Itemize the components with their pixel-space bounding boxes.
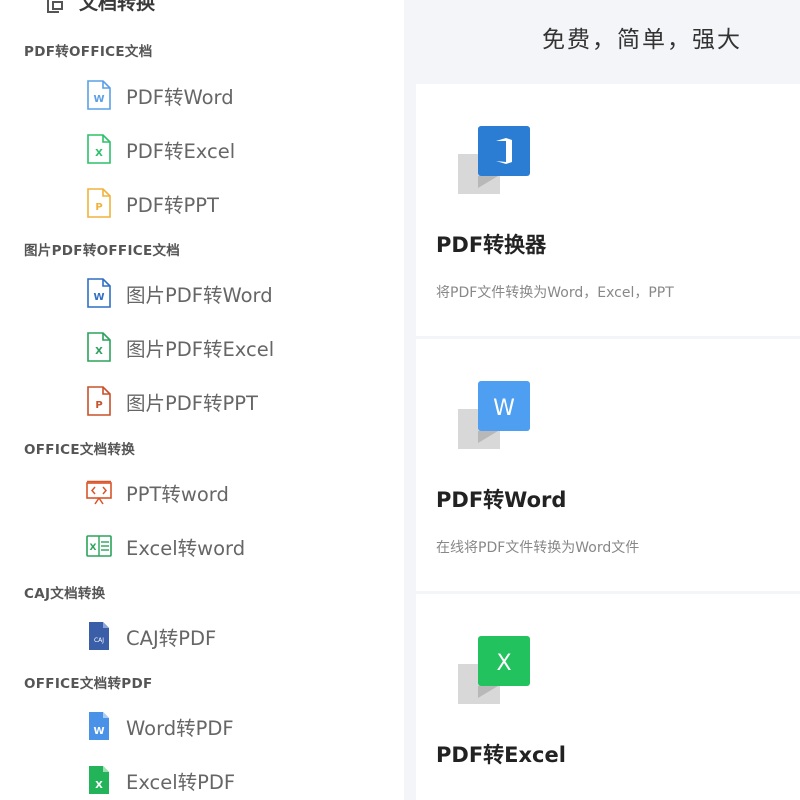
document-convert-icon [47, 0, 63, 13]
menu-item-label: PDF转PPT [126, 193, 219, 217]
card-title: PDF转换器 [436, 233, 547, 257]
excel-file-outline-icon: X [87, 332, 111, 362]
menu-item-label: PPT转word [126, 482, 229, 506]
menu-item-excel-to-word[interactable]: X Excel转word [86, 529, 245, 563]
menu-item-label: Excel转PDF [126, 770, 236, 794]
caj-file-icon: CAJ [89, 622, 109, 650]
menu-item-label: Word转PDF [126, 716, 234, 740]
menu-header-title: 文档转换 [79, 0, 156, 14]
card-title: PDF转Word [436, 488, 567, 512]
office-logo-icon [458, 126, 530, 194]
svg-text:W: W [93, 94, 104, 105]
word-file-filled-icon: W [89, 712, 109, 740]
svg-text:CAJ: CAJ [94, 637, 104, 644]
presentation-icon [86, 480, 112, 505]
menu-item-label: 图片PDF转Excel [126, 337, 275, 361]
word-file-outline-icon: W [87, 80, 111, 110]
word-file-outline-icon: W [87, 278, 111, 308]
card-description: 在线将PDF文件转换为Word文件 [436, 540, 640, 556]
svg-text:X: X [496, 651, 511, 676]
menu-item-pdf-to-ppt[interactable]: P PDF转PPT [86, 186, 219, 220]
left-menu: 文档转换 PDF转OFFICE文档 W PDF转Word X PDF转Excel… [0, 0, 400, 800]
svg-text:X: X [95, 148, 103, 159]
section-title-caj-convert: CAJ文档转换 [24, 586, 106, 602]
slogan: 免费，简单，强大 [542, 27, 742, 53]
menu-item-image-pdf-to-word[interactable]: W 图片PDF转Word [86, 276, 273, 310]
menu-item-image-pdf-to-excel[interactable]: X 图片PDF转Excel [86, 330, 274, 364]
svg-text:X: X [95, 780, 103, 791]
menu-item-label: 图片PDF转Word [126, 283, 273, 307]
menu-item-label: PDF转Excel [126, 139, 236, 163]
card-pdf-to-excel[interactable]: X PDF转Excel [416, 594, 800, 800]
menu-item-caj-to-pdf[interactable]: CAJ CAJ转PDF [86, 619, 216, 653]
menu-item-pdf-to-excel[interactable]: X PDF转Excel [86, 132, 235, 166]
section-title-pdf-to-office: PDF转OFFICE文档 [24, 44, 153, 60]
menu-header: 文档转换 [45, 0, 155, 16]
card-pdf-to-word[interactable]: W PDF转Word 在线将PDF文件转换为Word文件 [416, 339, 800, 591]
menu-item-label: Excel转word [126, 536, 246, 560]
panel-header: 免费，简单，强大 [404, 0, 800, 82]
svg-text:P: P [95, 202, 102, 213]
menu-item-image-pdf-to-ppt[interactable]: P 图片PDF转PPT [86, 384, 258, 418]
menu-item-pdf-to-word[interactable]: W PDF转Word [86, 78, 234, 112]
svg-text:W: W [93, 726, 104, 737]
ppt-file-outline-icon: P [87, 188, 111, 218]
svg-text:P: P [95, 400, 102, 411]
ppt-file-outline-icon: P [87, 386, 111, 416]
excel-file-filled-icon: X [89, 766, 109, 794]
spreadsheet-icon: X [86, 535, 112, 557]
menu-item-label: 图片PDF转PPT [126, 391, 258, 415]
menu-item-word-to-pdf[interactable]: W Word转PDF [86, 709, 234, 743]
section-title-office-convert: OFFICE文档转换 [24, 442, 136, 458]
menu-item-label: PDF转Word [126, 85, 234, 109]
tools-panel: 免费，简单，强大 PDF转换器 将PDF文件转换为Word，Excel，PPT … [404, 0, 800, 800]
section-title-image-pdf-to-office: 图片PDF转OFFICE文档 [24, 243, 181, 259]
menu-item-ppt-to-word[interactable]: PPT转word [86, 475, 229, 509]
card-title: PDF转Excel [436, 743, 566, 767]
svg-text:W: W [493, 396, 515, 421]
section-title-office-to-pdf: OFFICE文档转PDF [24, 676, 153, 692]
menu-item-excel-to-pdf[interactable]: X Excel转PDF [86, 763, 235, 797]
svg-text:X: X [90, 543, 97, 553]
menu-item-label: CAJ转PDF [126, 626, 217, 650]
svg-text:X: X [95, 346, 103, 357]
card-description: 将PDF文件转换为Word，Excel，PPT [436, 285, 674, 301]
excel-file-outline-icon: X [87, 134, 111, 164]
card-pdf-converter[interactable]: PDF转换器 将PDF文件转换为Word，Excel，PPT [416, 84, 800, 336]
excel-letter-icon: X [458, 636, 530, 704]
word-letter-icon: W [458, 381, 530, 449]
svg-text:W: W [93, 292, 104, 303]
